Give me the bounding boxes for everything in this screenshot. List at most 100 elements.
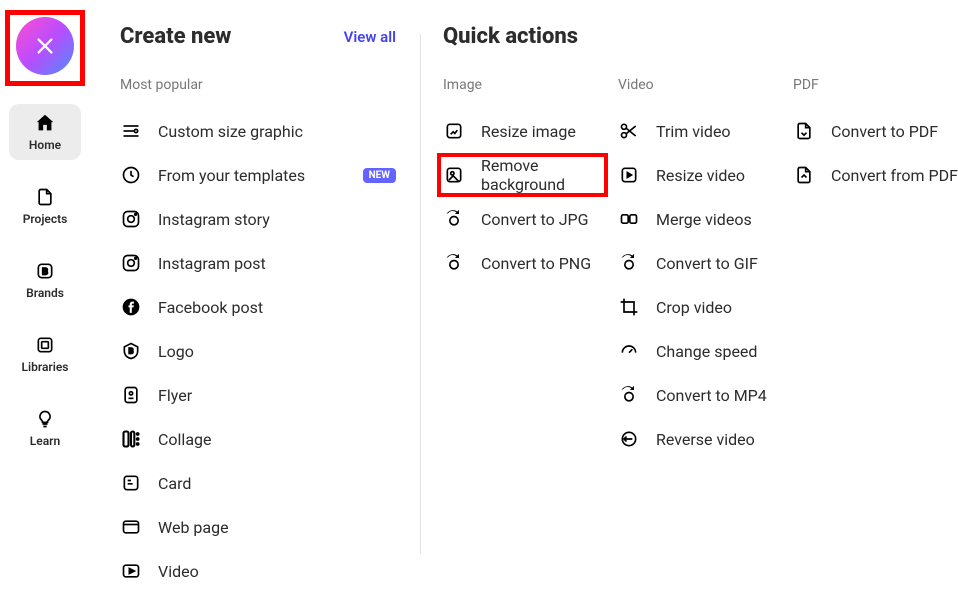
speed-icon (618, 340, 640, 362)
qa-crop-video[interactable]: Crop video (618, 285, 783, 329)
nav-learn[interactable]: Learn (9, 400, 81, 456)
pdf-icon (793, 164, 815, 186)
qa-change-speed[interactable]: Change speed (618, 329, 783, 373)
qa-resize-image[interactable]: Resize image (443, 109, 608, 153)
create-item-webpage[interactable]: Web page (120, 505, 396, 549)
video-icon (120, 560, 142, 582)
nav-label: Libraries (22, 360, 69, 374)
qa-convert-jpg[interactable]: Convert to JPG (443, 197, 608, 241)
create-item-collage[interactable]: Collage (120, 417, 396, 461)
nav-label: Brands (26, 286, 64, 300)
item-label: From your templates (158, 166, 305, 185)
quick-video-group: Video Trim video Resize video Merge vide… (618, 24, 783, 608)
templates-icon (120, 164, 142, 186)
logo-icon: B (120, 340, 142, 362)
item-label: Flyer (158, 386, 192, 405)
group-title-pdf: PDF (793, 77, 958, 93)
create-item-flyer[interactable]: Flyer (120, 373, 396, 417)
group-title-video: Video (618, 77, 783, 93)
qa-trim-video[interactable]: Trim video (618, 109, 783, 153)
close-highlight (5, 10, 85, 86)
nav-label: Learn (30, 434, 60, 448)
create-item-card[interactable]: Card (120, 461, 396, 505)
item-label: Resize image (481, 122, 576, 141)
pdf-icon (793, 120, 815, 142)
create-item-fb-post[interactable]: Facebook post (120, 285, 396, 329)
create-title: Create new (120, 24, 231, 49)
flyer-icon (120, 384, 142, 406)
nav-projects[interactable]: Projects (9, 178, 81, 234)
item-label: Instagram story (158, 210, 270, 229)
item-label: Web page (158, 518, 229, 537)
view-all-link[interactable]: View all (344, 28, 396, 46)
instagram-icon (120, 252, 142, 274)
card-icon (120, 472, 142, 494)
file-icon (34, 186, 56, 208)
create-item-video[interactable]: Video (120, 549, 396, 593)
create-item-templates[interactable]: From your templates NEW (120, 153, 396, 197)
resize-video-icon (618, 164, 640, 186)
convert-icon (618, 252, 640, 274)
nav-label: Projects (23, 212, 68, 226)
remove-bg-icon (443, 164, 465, 186)
qa-convert-mp4[interactable]: Convert to MP4 (618, 373, 783, 417)
svg-text:B: B (129, 347, 134, 356)
new-badge: NEW (363, 168, 396, 183)
qa-convert-png[interactable]: Convert to PNG (443, 241, 608, 285)
nav-libraries[interactable]: Libraries (9, 326, 81, 382)
create-subheading: Most popular (120, 77, 396, 93)
scissors-icon (618, 120, 640, 142)
libraries-icon (34, 334, 56, 356)
item-label: Convert to MP4 (656, 386, 767, 405)
item-label: Crop video (656, 298, 732, 317)
quick-image-group: Quick actions Image Resize image Remove … (443, 24, 608, 608)
item-label: Merge videos (656, 210, 752, 229)
qa-reverse-video[interactable]: Reverse video (618, 417, 783, 461)
item-label: Convert from PDF (831, 166, 958, 185)
quick-actions-column: Quick actions Image Resize image Remove … (421, 24, 958, 608)
merge-icon (618, 208, 640, 230)
reverse-icon (618, 428, 640, 450)
qa-remove-background[interactable]: Remove background (437, 153, 608, 197)
close-icon (34, 35, 56, 57)
resize-icon (443, 120, 465, 142)
item-label: Card (158, 474, 191, 493)
item-label: Convert to GIF (656, 254, 758, 273)
group-title-image: Image (443, 77, 608, 93)
spacer (793, 24, 958, 49)
item-label: Convert to PDF (831, 122, 938, 141)
facebook-icon (120, 296, 142, 318)
item-label: Trim video (656, 122, 731, 141)
custom-size-icon (120, 120, 142, 142)
create-item-logo[interactable]: B Logo (120, 329, 396, 373)
nav-home[interactable]: Home (9, 104, 81, 160)
quick-title: Quick actions (443, 24, 608, 49)
home-icon (34, 112, 56, 134)
item-label: Convert to JPG (481, 210, 589, 229)
main-panel: Create new View all Most popular Custom … (90, 0, 958, 608)
item-label: Facebook post (158, 298, 263, 317)
qa-resize-video[interactable]: Resize video (618, 153, 783, 197)
item-label: Remove background (481, 156, 598, 194)
item-label: Video (158, 562, 199, 581)
instagram-icon (120, 208, 142, 230)
convert-icon (618, 384, 640, 406)
qa-convert-to-pdf[interactable]: Convert to PDF (793, 109, 958, 153)
item-label: Convert to PNG (481, 254, 591, 273)
item-label: Reverse video (656, 430, 755, 449)
lightbulb-icon (34, 408, 56, 430)
create-item-custom-size[interactable]: Custom size graphic (120, 109, 396, 153)
qa-merge-videos[interactable]: Merge videos (618, 197, 783, 241)
close-button[interactable] (16, 17, 74, 75)
item-label: Collage (158, 430, 212, 449)
create-item-ig-story[interactable]: Instagram story (120, 197, 396, 241)
svg-text:B: B (42, 267, 48, 277)
qa-convert-from-pdf[interactable]: Convert from PDF (793, 153, 958, 197)
qa-convert-gif[interactable]: Convert to GIF (618, 241, 783, 285)
item-label: Instagram post (158, 254, 266, 273)
nav-brands[interactable]: B Brands (9, 252, 81, 308)
create-item-ig-post[interactable]: Instagram post (120, 241, 396, 285)
nav-label: Home (29, 138, 61, 152)
quick-pdf-group: PDF Convert to PDF Convert from PDF (793, 24, 958, 608)
spacer (618, 24, 783, 49)
